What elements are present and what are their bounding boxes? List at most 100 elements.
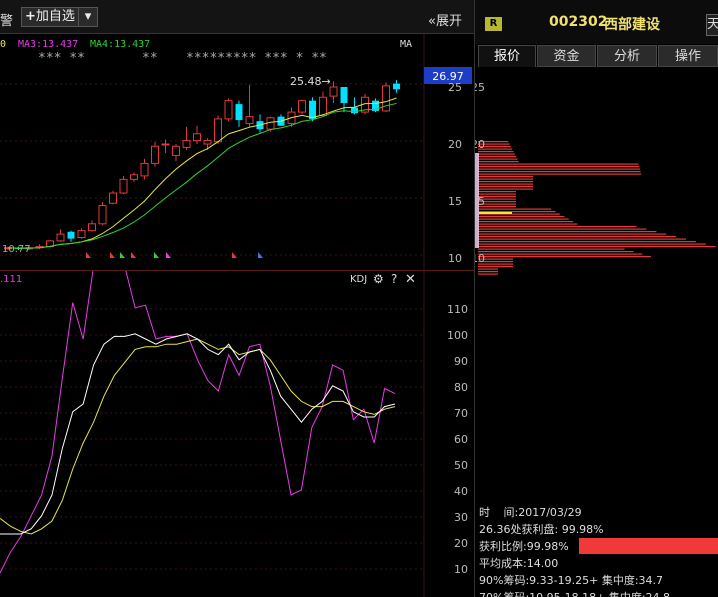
kdj-tick-100: 100 [447,329,468,342]
chip-info-panel: 时 间:2017/03/29 26.36处获利盘: 99.98% 获利比例:99… [475,500,718,597]
chip-bar [478,256,651,258]
chevron-down-icon[interactable]: ▾ [78,7,98,27]
candle-body [329,86,338,97]
kdj-tick-70: 70 [454,407,468,420]
profit-ratio-label: 获利比例:99.98% [479,540,569,553]
candle-body [172,145,180,156]
chip-bar [478,221,574,223]
kdj-tick-60: 60 [454,433,468,446]
candle [224,98,233,122]
chip-bar [478,226,637,228]
ma-prefix: 0 [0,39,6,50]
stock-name: 西部建设 [604,17,660,33]
chip-bar [478,253,643,255]
close-icon[interactable]: ✕ [405,272,416,287]
chip-bar [478,266,513,268]
date-row: 时 间:2017/03/29 [479,504,582,520]
chip-bar [478,248,625,250]
profit-ratio-bar [579,538,718,554]
kdj-left-value: .111 [0,274,22,285]
chip-bar [478,241,696,243]
high-price-label: 25.48→ [290,75,331,88]
candle-body [98,205,107,225]
chip-bar [478,218,569,220]
candle-body [235,104,243,121]
chip-date: 2017/03/29 [518,506,582,519]
chip-bar [478,236,677,238]
chip-tick-10: 10 [475,252,485,265]
help-icon[interactable]: ? [391,272,397,286]
kdj-chart[interactable]: .111 KDJ ⚙ ? ✕ 110 100 90 80 70 60 50 40… [0,271,474,597]
kdj-title: KDJ [350,274,367,285]
candle-body [319,96,327,116]
stock-code: 002302 [549,14,608,30]
gear-icon[interactable]: ⚙ [373,272,384,286]
chip-bar [478,271,498,273]
chip-bar [478,181,533,183]
ma3-legend: MA3:13.437 [18,39,78,50]
candlestick-chart[interactable]: 0 MA3:13.437 MA4:13.437 MA *** ** ** ***… [0,34,474,270]
ma4-legend: MA4:13.437 [90,39,150,50]
chip-90: 90%筹码:9.33-19.25+ 集中度:34.7 [479,574,664,587]
profit-ratio-fill [579,538,718,554]
candle-body [161,143,170,146]
add-watchlist-label: 加自选 [35,9,75,24]
chip-tick-20: 20 [475,138,485,151]
candle-body [56,233,65,242]
chip-bar [478,208,552,210]
kdj-tick-40: 40 [454,485,468,498]
kdj-tick-30: 30 [454,511,468,524]
avg-cost: 平均成本:14.00 [479,557,559,570]
price-tick-20: 20 [448,138,462,151]
chip-bar [478,168,640,170]
chip-bar [478,186,533,188]
chip-bar [478,216,565,218]
kdj-tick-110: 110 [447,303,468,316]
ma-label: MA [400,39,412,50]
chip-bar [478,231,657,233]
candle-body [266,117,275,130]
tab-operation[interactable]: 操作 [658,45,718,67]
candle-body [140,162,149,177]
corner-button[interactable]: 天 [706,14,718,36]
chip-bar [478,183,533,185]
kdj-tick-80: 80 [454,381,468,394]
tab-analysis[interactable]: 分析 [597,45,657,67]
chip-bar [478,161,519,163]
chip-bar [478,238,687,240]
stars-group-3: ********* *** * ** [186,51,327,66]
chip-bar [478,151,514,153]
low-price-label: 10.77 [2,244,31,255]
stock-badge: R [485,17,502,31]
kdj-tick-90: 90 [454,355,468,368]
candle-body [119,178,128,194]
chip-bar [478,273,498,275]
add-watchlist-button[interactable]: +加自选 [21,7,79,27]
chip-bar [478,228,647,230]
chip-bar [478,178,533,180]
chip-distribution-chart: 25 20 15 10 [475,67,718,300]
alert-label[interactable]: 警 [0,10,13,29]
candle [382,82,390,113]
chip-bar [478,171,641,173]
tab-quote[interactable]: 报价 [478,45,536,67]
stock-header: R 002302 西部建设 天 [475,0,718,44]
chip-bar [478,176,533,178]
chip-bar [478,268,498,270]
chip-70: 70%筹码:10.95-18.18+ 集中度:24.8 [479,589,670,597]
expand-button[interactable]: «展开 [428,10,462,29]
chip-bar [478,233,667,235]
candle-body [351,107,358,114]
candle [298,99,306,115]
candle-body [203,140,212,145]
chip-bar [478,166,640,168]
chip-bar [478,163,639,165]
candle-body [245,116,254,124]
tab-funds[interactable]: 资金 [537,45,596,67]
kdj-tick-10: 10 [454,563,468,576]
chip-bar [478,153,515,155]
price-tick-10: 10 [448,252,462,265]
chip-tick-15: 15 [475,195,485,208]
plus-icon: + [25,9,36,24]
kdj-tick-50: 50 [454,459,468,472]
